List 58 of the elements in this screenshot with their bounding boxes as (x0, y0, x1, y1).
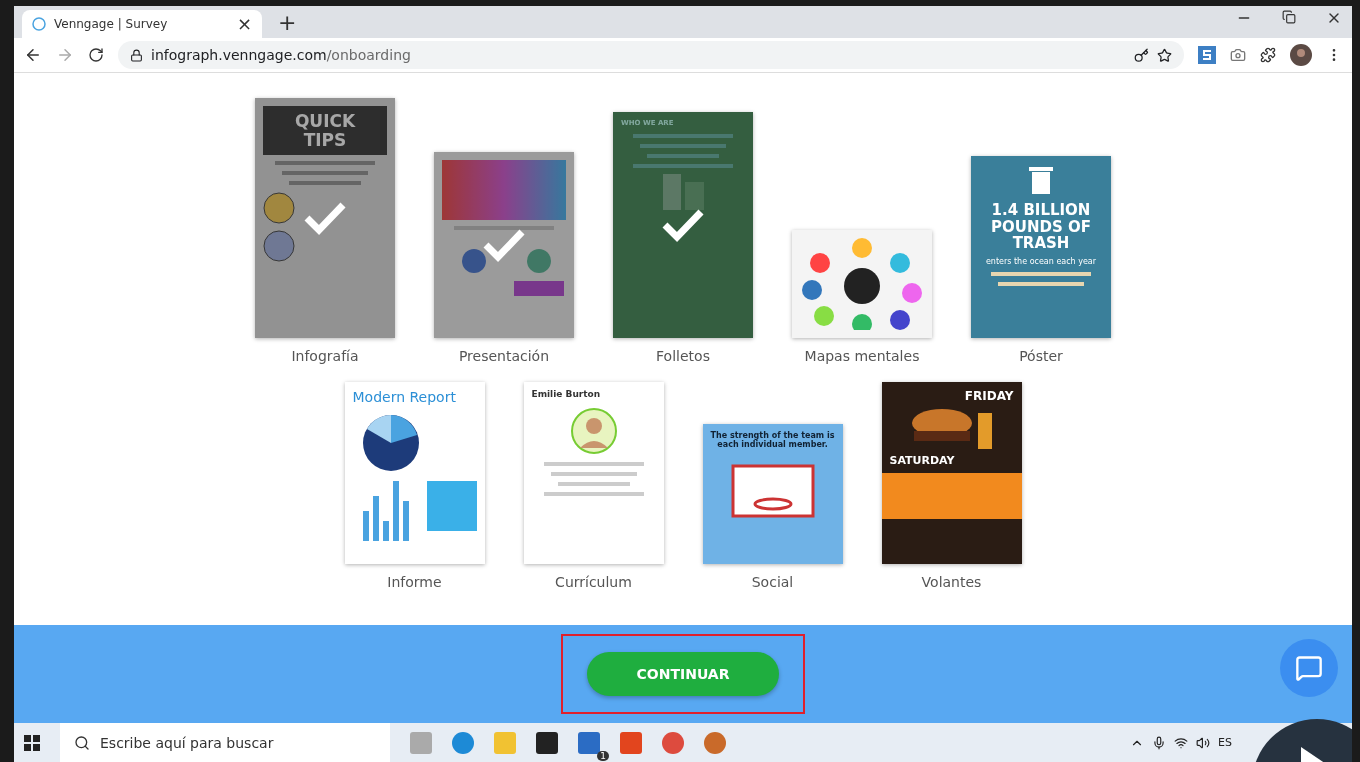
search-placeholder: Escribe aquí para buscar (100, 734, 274, 751)
thumbnail-heading: SATURDAY (889, 455, 955, 468)
mail-badge: 1 (597, 750, 609, 761)
thumbnail-title: Modern Report (352, 390, 456, 406)
extensions-puzzle-icon[interactable] (1260, 47, 1276, 63)
template-label: Infografía (291, 348, 359, 364)
tab-title: Venngage | Survey (54, 17, 169, 31)
microphone-icon[interactable] (1152, 735, 1167, 750)
venngage-logo-icon (32, 17, 46, 31)
template-label: Póster (1019, 348, 1063, 364)
new-tab-button[interactable]: + (278, 12, 297, 34)
template-thumbnail[interactable]: Modern Report (344, 382, 485, 564)
windows-start-icon[interactable] (24, 734, 40, 751)
thumbnail-subtitle: enters the ocean each year (985, 257, 1097, 267)
taskbar-search-field[interactable]: Escribe aquí para buscar (60, 723, 390, 762)
text-line-drawing (289, 181, 361, 186)
back-icon[interactable] (24, 46, 42, 64)
checkmark-icon (303, 200, 347, 236)
template-label: Presentación (458, 348, 550, 364)
wifi-icon[interactable] (1174, 735, 1189, 750)
restore-icon[interactable] (1282, 10, 1296, 24)
avatar-icon[interactable] (1290, 44, 1312, 66)
language-indicator[interactable]: ES (1218, 736, 1232, 749)
thumbnail-title: QUICK TIPS (263, 106, 387, 156)
template-label: Currículum (555, 574, 632, 590)
template-thumbnail[interactable]: Emilie Burton (523, 382, 664, 564)
template-thumbnail[interactable] (792, 230, 932, 338)
building-drawing (662, 173, 704, 210)
url-text: infograph.venngage.com/onboarding (151, 47, 411, 63)
template-label: Social (751, 574, 794, 590)
template-thumbnail[interactable]: QUICK TIPS (255, 98, 395, 338)
volume-icon[interactable] (1196, 735, 1211, 750)
browser-tab[interactable]: Venngage | Survey × (22, 10, 262, 38)
reload-icon[interactable] (88, 47, 104, 63)
thumbnail-title: FRIDAY (964, 390, 1014, 404)
lock-icon (130, 48, 143, 62)
template-label: Mapas mentales (804, 348, 920, 364)
template-label: Informe (387, 574, 442, 590)
checkmark-icon (482, 227, 526, 263)
template-thumbnail[interactable]: The strength of the team is each individual member. (702, 424, 843, 564)
camera-icon[interactable] (1230, 47, 1246, 63)
search-icon (74, 734, 90, 751)
checkmark-icon (661, 207, 705, 243)
key-icon[interactable] (1134, 47, 1149, 63)
template-thumbnail[interactable]: 1.4 BILLION POUNDS OF TRASH enters the ocean each year (971, 156, 1111, 338)
thumbnail-title: 1.4 BILLION POUNDS OF TRASH (990, 202, 1092, 252)
text-line-drawing (647, 153, 719, 158)
template-label: Folletos (656, 348, 710, 364)
thumbnail-title: Emilie Burton (531, 390, 601, 400)
template-thumbnail[interactable]: FRIDAY SATURDAY (881, 382, 1022, 564)
chat-bubble-icon (1295, 654, 1323, 682)
trash-can-icon (1026, 164, 1056, 196)
template-thumbnail[interactable] (434, 152, 574, 338)
bookmark-star-icon[interactable] (1157, 47, 1172, 63)
template-label: Volantes (921, 574, 982, 590)
thumbnail-quote: The strength of the team is each individual member. (710, 432, 835, 450)
address-bar[interactable]: infograph.venngage.com/onboarding (118, 41, 1184, 69)
close-tab-button[interactable]: × (236, 15, 252, 33)
